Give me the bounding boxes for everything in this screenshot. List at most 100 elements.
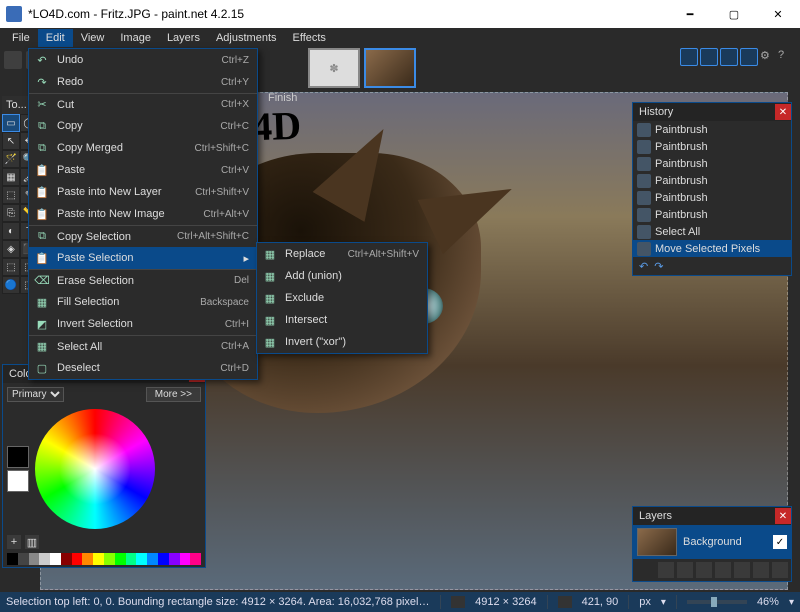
edit-menu-undo[interactable]: ↶UndoCtrl+Z: [29, 49, 257, 71]
menu-edit[interactable]: Edit: [38, 29, 73, 47]
util-tools-toggle[interactable]: [680, 48, 698, 66]
history-redo-icon[interactable]: ↷: [654, 260, 663, 273]
new-document-thumb[interactable]: [308, 48, 360, 88]
history-item[interactable]: Paintbrush: [633, 121, 791, 138]
colors-primary-select[interactable]: Primary: [7, 387, 64, 402]
history-item[interactable]: Paintbrush: [633, 172, 791, 189]
tool-button-10[interactable]: ⎘: [2, 204, 20, 222]
palette-swatch[interactable]: [61, 553, 72, 565]
history-item[interactable]: Paintbrush: [633, 138, 791, 155]
close-button[interactable]: ✕: [756, 0, 800, 28]
zoom-slider[interactable]: [687, 600, 747, 604]
primary-swatch[interactable]: [7, 446, 29, 468]
edit-menu-copy-merged[interactable]: ⧉Copy MergedCtrl+Shift+C: [29, 137, 257, 159]
history-panel-header[interactable]: History ✕: [633, 103, 791, 121]
settings-gear-icon[interactable]: ⚙: [760, 49, 776, 65]
palette-swatch[interactable]: [50, 553, 61, 565]
palette-add-button[interactable]: +: [7, 535, 21, 549]
palette-swatch[interactable]: [29, 553, 40, 565]
edit-menu-paste-into-new-image[interactable]: 📋Paste into New ImageCtrl+Alt+V: [29, 203, 257, 225]
layers-close-icon[interactable]: ✕: [775, 508, 791, 524]
paste-submenu-invert-xor-[interactable]: ▦Invert ("xor"): [257, 331, 427, 353]
palette-swatch[interactable]: [126, 553, 137, 565]
menu-file[interactable]: File: [4, 29, 38, 47]
edit-menu-cut[interactable]: ✂CutCtrl+X: [29, 93, 257, 115]
history-item[interactable]: Paintbrush: [633, 155, 791, 172]
history-item[interactable]: Select All: [633, 223, 791, 240]
layer-up-button[interactable]: [734, 562, 750, 578]
finish-label[interactable]: Finish: [268, 92, 297, 104]
edit-menu-invert-selection[interactable]: ◩Invert SelectionCtrl+I: [29, 313, 257, 335]
history-item[interactable]: Paintbrush: [633, 206, 791, 223]
help-icon[interactable]: ?: [778, 49, 794, 65]
layer-properties-button[interactable]: [772, 562, 788, 578]
menu-layers[interactable]: Layers: [159, 29, 208, 47]
edit-menu-copy-selection[interactable]: ⧉Copy SelectionCtrl+Alt+Shift+C: [29, 225, 257, 247]
history-undo-icon[interactable]: ↶: [639, 260, 648, 273]
menu-adjustments[interactable]: Adjustments: [208, 29, 285, 47]
minimize-button[interactable]: ━: [668, 0, 712, 28]
edit-menu-copy[interactable]: ⧉CopyCtrl+C: [29, 115, 257, 137]
palette-swatch[interactable]: [72, 553, 83, 565]
menu-image[interactable]: Image: [112, 29, 159, 47]
menu-view[interactable]: View: [73, 29, 113, 47]
secondary-swatch[interactable]: [7, 470, 29, 492]
palette-swatch[interactable]: [7, 553, 18, 565]
palette-swatch[interactable]: [180, 553, 191, 565]
tool-button-6[interactable]: ▦: [2, 168, 20, 186]
edit-menu-deselect[interactable]: ▢DeselectCtrl+D: [29, 357, 257, 379]
util-colors-toggle[interactable]: [740, 48, 758, 66]
palette-swatch[interactable]: [190, 553, 201, 565]
layer-delete-button[interactable]: [677, 562, 693, 578]
tool-button-8[interactable]: ⬚: [2, 186, 20, 204]
tool-button-2[interactable]: ↖: [2, 132, 20, 150]
layer-row[interactable]: Background ✓: [633, 525, 791, 559]
tool-button-4[interactable]: 🪄: [2, 150, 20, 168]
document-thumb-current[interactable]: [364, 48, 416, 88]
util-layers-toggle[interactable]: [720, 48, 738, 66]
palette-swatch[interactable]: [147, 553, 158, 565]
palette-swatch[interactable]: [136, 553, 147, 565]
palette-swatch[interactable]: [82, 553, 93, 565]
tool-button-16[interactable]: ⬚: [2, 258, 20, 276]
layer-visible-checkbox[interactable]: ✓: [773, 535, 787, 549]
palette-swatch[interactable]: [93, 553, 104, 565]
palette-swatch[interactable]: [18, 553, 29, 565]
color-wheel[interactable]: [35, 409, 155, 529]
paste-submenu-add-union-[interactable]: ▦Add (union): [257, 265, 427, 287]
edit-menu-erase-selection[interactable]: ⌫Erase SelectionDel: [29, 269, 257, 291]
menu-effects[interactable]: Effects: [285, 29, 334, 47]
palette-swatch[interactable]: [169, 553, 180, 565]
history-close-icon[interactable]: ✕: [775, 104, 791, 120]
color-palette[interactable]: [7, 553, 201, 565]
edit-menu-paste[interactable]: 📋PasteCtrl+V: [29, 159, 257, 181]
status-unit[interactable]: px: [639, 596, 651, 608]
paste-submenu-replace[interactable]: ▦ReplaceCtrl+Alt+Shift+V: [257, 243, 427, 265]
edit-menu-select-all[interactable]: ▦Select AllCtrl+A: [29, 335, 257, 357]
layer-down-button[interactable]: [753, 562, 769, 578]
edit-menu-redo[interactable]: ↷RedoCtrl+Y: [29, 71, 257, 93]
history-item[interactable]: Move Selected Pixels: [633, 240, 791, 257]
layers-panel-header[interactable]: Layers ✕: [633, 507, 791, 525]
palette-swatch[interactable]: [115, 553, 126, 565]
tool-button-18[interactable]: 🔵: [2, 276, 20, 294]
palette-swatch[interactable]: [158, 553, 169, 565]
layer-add-button[interactable]: [658, 562, 674, 578]
edit-menu-fill-selection[interactable]: ▦Fill SelectionBackspace: [29, 291, 257, 313]
layer-duplicate-button[interactable]: [696, 562, 712, 578]
maximize-button[interactable]: ▢: [712, 0, 756, 28]
util-history-toggle[interactable]: [700, 48, 718, 66]
paste-submenu-intersect[interactable]: ▦Intersect: [257, 309, 427, 331]
edit-menu-paste-selection[interactable]: 📋Paste Selection▸: [29, 247, 257, 269]
palette-swatch[interactable]: [39, 553, 50, 565]
palette-swatch[interactable]: [104, 553, 115, 565]
tool-button-0[interactable]: ▭: [2, 114, 20, 132]
paste-submenu-exclude[interactable]: ▦Exclude: [257, 287, 427, 309]
tool-button-12[interactable]: ◐: [2, 222, 20, 240]
edit-menu-paste-into-new-layer[interactable]: 📋Paste into New LayerCtrl+Shift+V: [29, 181, 257, 203]
palette-manage-button[interactable]: ▥: [25, 535, 39, 549]
toolbar-icon-new[interactable]: [4, 51, 22, 69]
colors-more-button[interactable]: More >>: [146, 387, 201, 402]
tool-button-14[interactable]: ◈: [2, 240, 20, 258]
layer-merge-button[interactable]: [715, 562, 731, 578]
